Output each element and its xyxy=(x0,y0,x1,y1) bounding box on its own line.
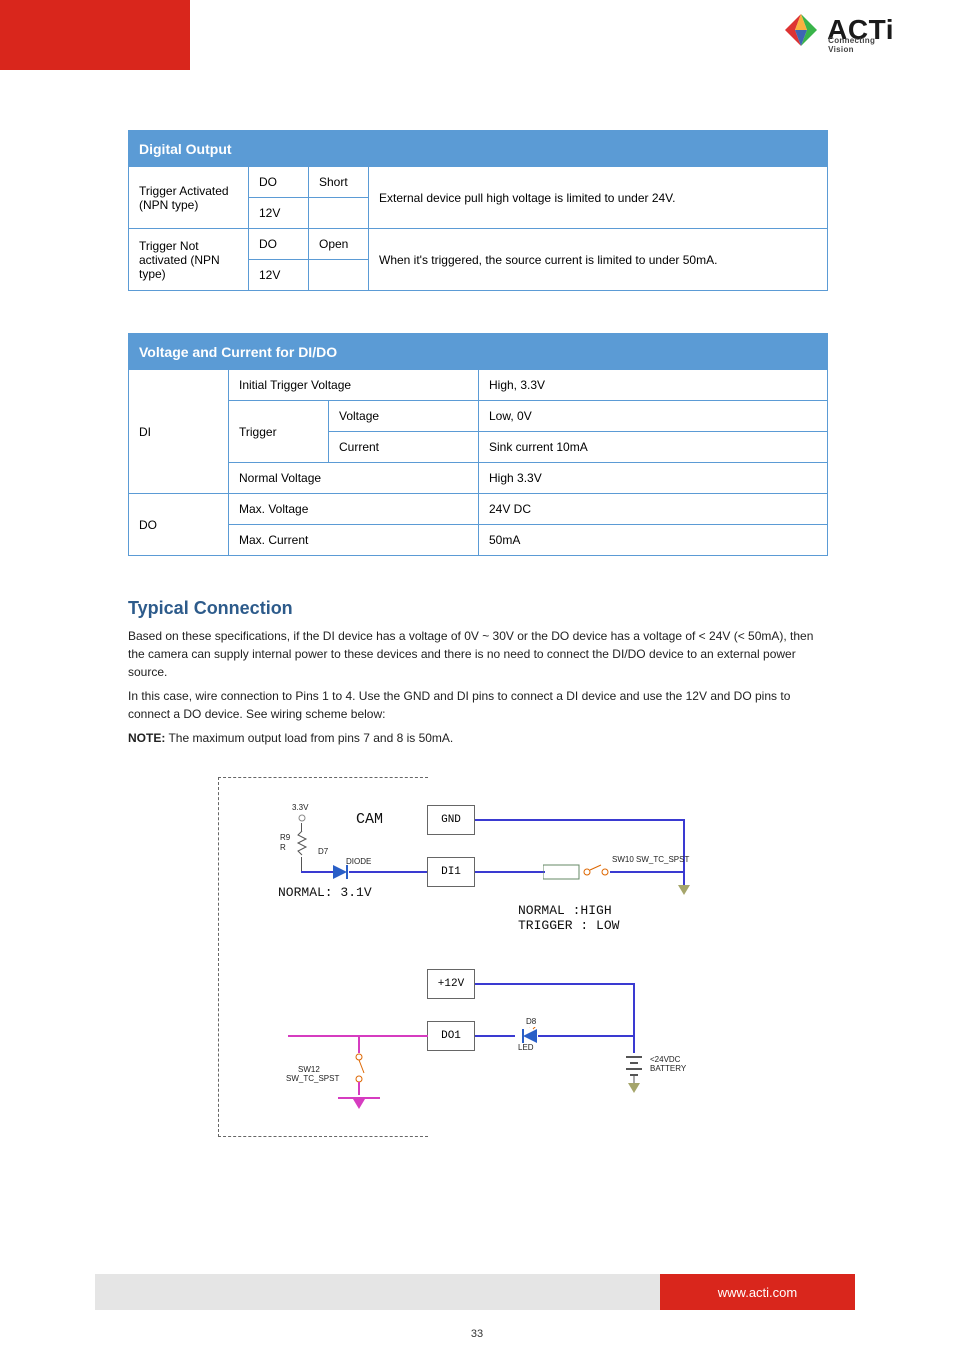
diagram-label: SW12 xyxy=(298,1065,320,1074)
table-header: Voltage and Current for DI/DO xyxy=(129,334,828,370)
table-row: Max. Current 50mA xyxy=(129,525,828,556)
note-label: NOTE: xyxy=(128,731,165,745)
header-red-accent xyxy=(0,0,190,70)
table-row: Trigger Not activated (NPN type) DO Open… xyxy=(129,229,828,260)
paragraph: In this case, wire connection to Pins 1 … xyxy=(128,687,828,723)
diagram-label: CAM xyxy=(356,811,383,828)
wiring-diagram: CAM 3.3V R9 R D7 DIODE NORMAL: 3.1V GND … xyxy=(218,777,728,1137)
note: NOTE: The maximum output load from pins … xyxy=(128,729,828,747)
diagram-label: R9 xyxy=(280,833,290,842)
table-row: DO Max. Voltage 24V DC xyxy=(129,494,828,525)
diagram-label: D7 xyxy=(318,847,328,856)
table-header: Digital Output xyxy=(129,131,828,167)
brand-logo: ACTi Connecting Vision xyxy=(781,10,894,50)
diagram-label: LED xyxy=(518,1043,534,1052)
brand-name: ACTi Connecting Vision xyxy=(827,14,894,46)
diagram-label: SW10 SW_TC_SPST xyxy=(612,855,689,864)
table-row: DI Initial Trigger Voltage High, 3.3V xyxy=(129,370,828,401)
voltage-current-table: Voltage and Current for DI/DO DI Initial… xyxy=(128,333,828,556)
diagram-label: R xyxy=(280,843,286,852)
diagram-label: <24VDC BATTERY xyxy=(650,1055,686,1073)
table-row: Trigger Activated (NPN type) DO Short Ex… xyxy=(129,167,828,198)
table-row: Trigger Voltage Low, 0V xyxy=(129,401,828,432)
digital-output-table: Digital Output Trigger Activated (NPN ty… xyxy=(128,130,828,291)
logo-mark-icon xyxy=(781,10,821,50)
page-number: 33 xyxy=(471,1328,483,1340)
pin-di1: DI1 xyxy=(427,857,475,887)
diagram-label: NORMAL :HIGH TRIGGER : LOW xyxy=(518,903,619,933)
table-row: Normal Voltage High 3.3V xyxy=(129,463,828,494)
footer: www.acti.com xyxy=(95,1274,855,1310)
footer-url: www.acti.com xyxy=(660,1274,855,1310)
pin-12v: +12V xyxy=(427,969,475,999)
pin-do1: DO1 xyxy=(427,1021,475,1051)
diagram-label: D8 xyxy=(526,1017,536,1026)
section-title: Typical Connection xyxy=(128,598,828,619)
pin-gnd: GND xyxy=(427,805,475,835)
diagram-label: NORMAL: 3.1V xyxy=(278,885,372,900)
diagram-label: 3.3V xyxy=(292,803,308,812)
diagram-label: SW_TC_SPST xyxy=(286,1074,339,1083)
paragraph: Based on these specifications, if the DI… xyxy=(128,627,828,681)
